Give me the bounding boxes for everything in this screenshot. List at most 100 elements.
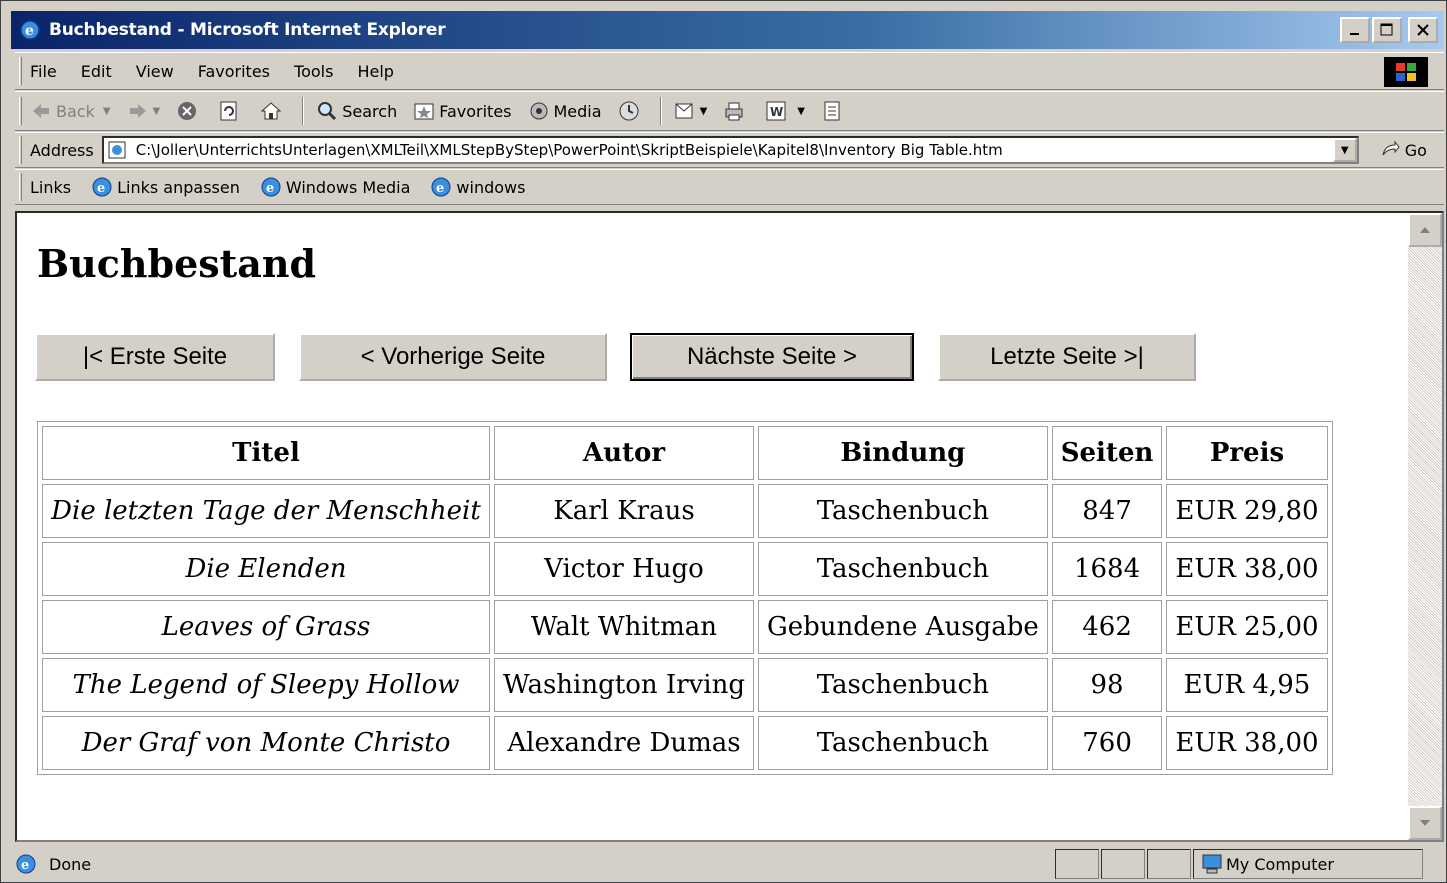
back-arrow-icon — [30, 100, 52, 122]
stop-icon — [176, 100, 198, 122]
go-label: Go — [1404, 140, 1427, 160]
back-button[interactable]: Back ▼ — [30, 100, 111, 122]
svg-text:e: e — [97, 181, 105, 196]
first-page-button[interactable]: |< Erste Seite — [35, 333, 275, 381]
close-button[interactable] — [1408, 17, 1438, 43]
address-label: Address — [30, 140, 94, 160]
discuss-button[interactable] — [821, 100, 847, 122]
standard-toolbar: Back ▼ ▼ Search Favorites Media ▼ W ▼ — [15, 91, 1444, 131]
cell-titel: Die letzten Tage der Menschheit — [42, 484, 490, 538]
cell-autor: Victor Hugo — [494, 542, 754, 596]
browser-window: e Buchbestand - Microsoft Internet Explo… — [0, 0, 1447, 883]
edit-dropdown-icon[interactable]: ▼ — [797, 106, 805, 117]
previous-page-button[interactable]: < Vorherige Seite — [299, 333, 607, 381]
media-label: Media — [553, 101, 602, 121]
link-windows-media[interactable]: e Windows Media — [260, 176, 410, 198]
favorites-button[interactable]: Favorites — [413, 100, 512, 122]
page-icon — [108, 141, 126, 159]
toolbar-grip[interactable] — [19, 57, 22, 85]
back-dropdown-icon[interactable]: ▼ — [103, 106, 111, 117]
mail-button[interactable]: ▼ — [674, 100, 708, 122]
link-windows[interactable]: e windows — [430, 176, 525, 198]
last-page-button[interactable]: Letzte Seite >| — [938, 333, 1196, 381]
search-button[interactable]: Search — [316, 100, 397, 122]
cell-seiten: 98 — [1051, 658, 1163, 712]
status-panel — [1055, 849, 1099, 879]
edit-button[interactable]: W ▼ — [765, 100, 805, 122]
next-page-button[interactable]: Nächste Seite > — [630, 333, 914, 381]
cell-bindung: Taschenbuch — [757, 484, 1048, 538]
toolbar-separator — [302, 97, 305, 125]
refresh-icon — [218, 100, 240, 122]
forward-dropdown-icon[interactable]: ▼ — [153, 106, 161, 117]
page-heading: Buchbestand — [37, 241, 317, 286]
discuss-icon — [821, 100, 843, 122]
mail-dropdown-icon[interactable]: ▼ — [700, 106, 708, 117]
window-title: Buchbestand - Microsoft Internet Explore… — [49, 20, 446, 40]
history-icon — [618, 100, 640, 122]
cell-seiten: 760 — [1051, 716, 1163, 770]
svg-text:e: e — [436, 181, 444, 196]
search-label: Search — [342, 101, 398, 121]
table-row: Leaves of Grass Walt Whitman Gebundene A… — [42, 600, 1328, 654]
cell-preis: EUR 38,00 — [1166, 716, 1328, 770]
toolbar-separator — [659, 97, 662, 125]
cell-seiten: 847 — [1051, 484, 1163, 538]
menu-tools[interactable]: Tools — [294, 62, 333, 81]
cell-preis: EUR 25,00 — [1166, 600, 1328, 654]
menu-file[interactable]: File — [30, 62, 57, 81]
cell-bindung: Taschenbuch — [757, 658, 1048, 712]
history-button[interactable] — [618, 100, 644, 122]
home-button[interactable] — [260, 100, 286, 122]
scroll-down-button[interactable] — [1408, 806, 1442, 840]
address-dropdown-button[interactable]: ▼ — [1332, 138, 1357, 162]
menu-view[interactable]: View — [136, 62, 174, 81]
link-label: windows — [456, 177, 526, 197]
ie-link-icon: e — [260, 176, 282, 198]
home-icon — [260, 100, 282, 122]
svg-text:e: e — [25, 23, 34, 39]
word-edit-icon: W — [765, 100, 787, 122]
ie-status-icon: e — [15, 853, 37, 875]
link-label: Links anpassen — [117, 177, 240, 197]
favorites-star-icon — [413, 100, 435, 122]
maximize-button[interactable] — [1372, 17, 1402, 43]
media-button[interactable]: Media — [528, 100, 602, 122]
print-button[interactable] — [723, 100, 749, 122]
cell-preis: EUR 29,80 — [1166, 484, 1328, 538]
forward-button[interactable]: ▼ — [127, 100, 161, 122]
minimize-button[interactable] — [1340, 17, 1370, 43]
cell-autor: Karl Kraus — [494, 484, 754, 538]
title-bar[interactable]: e Buchbestand - Microsoft Internet Explo… — [11, 11, 1444, 49]
links-label: Links — [30, 177, 72, 197]
header-titel: Titel — [42, 426, 490, 480]
menu-favorites[interactable]: Favorites — [198, 62, 270, 81]
page-viewport[interactable]: Buchbestand |< Erste Seite < Vorherige S… — [15, 211, 1444, 842]
go-button[interactable]: Go — [1379, 139, 1427, 161]
vertical-scrollbar[interactable] — [1408, 213, 1442, 840]
media-icon — [528, 100, 550, 122]
menu-help[interactable]: Help — [357, 62, 393, 81]
security-zone: My Computer — [1193, 849, 1423, 879]
toolbar-grip[interactable] — [19, 97, 22, 125]
address-input[interactable]: C:\Joller\UnterrichtsUnterlagen\XMLTeil\… — [101, 136, 1359, 164]
inventory-table: Titel Autor Bindung Seiten Preis Die let… — [37, 421, 1333, 775]
table-row: The Legend of Sleepy Hollow Washington I… — [42, 658, 1328, 712]
menu-edit[interactable]: Edit — [81, 62, 112, 81]
toolbar-grip[interactable] — [19, 173, 22, 201]
ie-link-icon: e — [430, 176, 452, 198]
menu-bar: File Edit View Favorites Tools Help — [15, 52, 1444, 90]
cell-preis: EUR 4,95 — [1166, 658, 1328, 712]
my-computer-icon — [1200, 853, 1222, 875]
scroll-up-button[interactable] — [1408, 213, 1442, 247]
refresh-button[interactable] — [218, 100, 244, 122]
search-icon — [316, 100, 338, 122]
table-header-row: Titel Autor Bindung Seiten Preis — [42, 426, 1328, 480]
cell-titel: Leaves of Grass — [42, 600, 490, 654]
favorites-label: Favorites — [439, 101, 512, 121]
status-panel — [1147, 849, 1191, 879]
status-text: Done — [49, 854, 92, 874]
link-links-anpassen[interactable]: e Links anpassen — [91, 176, 240, 198]
stop-button[interactable] — [176, 100, 202, 122]
toolbar-grip[interactable] — [19, 136, 22, 164]
